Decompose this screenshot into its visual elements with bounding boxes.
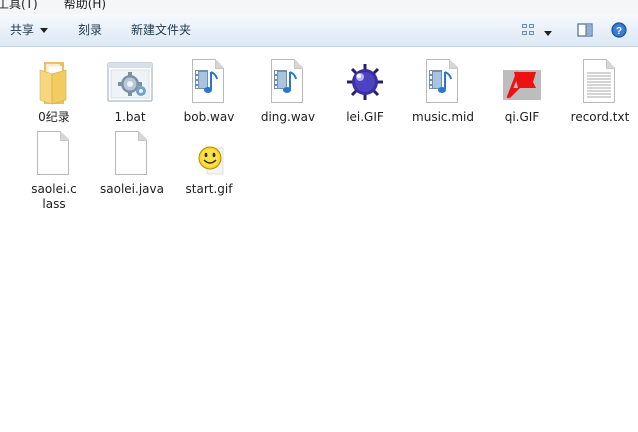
new-folder-label: 新建文件夹 bbox=[131, 23, 192, 37]
svg-text:?: ? bbox=[616, 26, 622, 37]
file-name: 1.bat bbox=[114, 110, 146, 124]
change-view-icon[interactable] bbox=[521, 22, 537, 38]
file-item[interactable]: qi.GIF bbox=[486, 58, 558, 125]
file-name: start.gif bbox=[185, 182, 233, 196]
file-name: lei.GIF bbox=[346, 110, 384, 124]
file-item[interactable]: saolei.java bbox=[96, 130, 168, 197]
blank-file-icon bbox=[30, 130, 78, 178]
blank-file-icon bbox=[108, 130, 156, 178]
burn-button[interactable]: 刻录 bbox=[78, 14, 102, 47]
menu-tools[interactable]: 工具(T) bbox=[0, 0, 44, 10]
file-item[interactable]: ding.wav bbox=[252, 58, 324, 125]
folder-icon bbox=[30, 58, 78, 106]
file-name: 0纪录 bbox=[38, 110, 70, 124]
file-name: record.txt bbox=[570, 110, 630, 124]
audio-file-icon bbox=[264, 58, 312, 106]
menu-bar: 工具(T) 帮助(H) bbox=[0, 0, 638, 14]
audio-file-icon bbox=[419, 58, 467, 106]
file-item[interactable]: start.gif bbox=[173, 130, 245, 197]
share-label: 共享 bbox=[10, 23, 35, 37]
chevron-down-icon bbox=[40, 28, 49, 33]
file-item[interactable]: bob.wav bbox=[173, 58, 245, 125]
text-file-icon bbox=[576, 58, 624, 106]
file-item[interactable]: 1.bat bbox=[94, 58, 166, 125]
burn-label: 刻录 bbox=[78, 23, 103, 37]
file-name: ding.wav bbox=[260, 110, 316, 124]
smiley-image-icon bbox=[185, 130, 233, 178]
file-item[interactable]: record.txt bbox=[564, 58, 636, 125]
help-icon[interactable]: ? bbox=[611, 22, 627, 38]
file-item[interactable]: music.mid bbox=[407, 58, 479, 125]
file-item[interactable]: saolei.class bbox=[18, 130, 90, 212]
file-name: saolei.java bbox=[100, 182, 164, 196]
share-button[interactable]: 共享 bbox=[10, 14, 49, 47]
file-name: saolei.class bbox=[31, 182, 77, 211]
file-item[interactable]: 0纪录 bbox=[18, 58, 90, 125]
menu-help[interactable]: 帮助(H) bbox=[64, 0, 112, 10]
file-name: bob.wav bbox=[183, 110, 235, 124]
file-name: qi.GIF bbox=[504, 110, 540, 124]
flag-image-icon bbox=[498, 58, 546, 106]
file-name: music.mid bbox=[412, 110, 474, 124]
preview-pane-icon[interactable] bbox=[577, 22, 593, 38]
mine-image-icon bbox=[341, 58, 389, 106]
audio-file-icon bbox=[185, 58, 233, 106]
command-bar: 共享 刻录 新建文件夹 ? bbox=[0, 14, 638, 47]
file-list: 0纪录 1.bat bob.wav ding.wav lei.GIF music… bbox=[0, 47, 638, 432]
new-folder-button[interactable]: 新建文件夹 bbox=[131, 14, 191, 47]
batch-file-icon bbox=[106, 58, 154, 106]
view-options-chevron-icon[interactable] bbox=[543, 27, 553, 36]
file-item[interactable]: lei.GIF bbox=[329, 58, 401, 125]
